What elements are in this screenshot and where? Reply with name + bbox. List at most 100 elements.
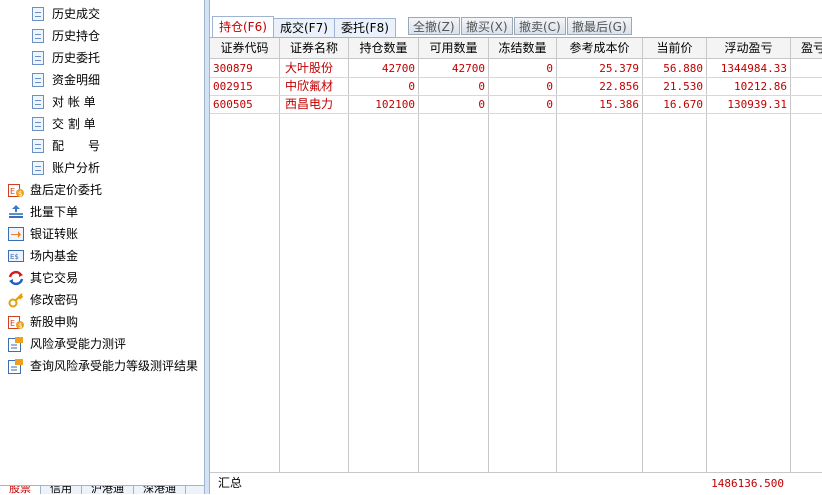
cell-floating-pnl: 1344984.33 bbox=[720, 62, 787, 75]
tab-stocks[interactable]: 股票 bbox=[0, 486, 41, 494]
tree-item-bank-transfer[interactable]: 银证转账 bbox=[8, 224, 78, 244]
trade-query-panel: 持仓(F6) 成交(F7) 委托(F8) 全撤(Z) 撤买(X) 撤卖(C) 撤… bbox=[210, 0, 822, 495]
tree-item-label: 银证转账 bbox=[30, 227, 79, 241]
tree-item-label: 批量下单 bbox=[30, 205, 79, 219]
cell-code: 600505 bbox=[213, 98, 253, 111]
cancel-last-button[interactable]: 撤最后(G) bbox=[567, 17, 632, 35]
tree-item-risk-assessment[interactable]: 风险承受能力测评 bbox=[8, 334, 126, 354]
tab-bar: 持仓(F6) 成交(F7) 委托(F8) 全撤(Z) 撤买(X) 撤卖(C) 撤… bbox=[210, 16, 822, 37]
cell-current-price: 56.880 bbox=[663, 62, 703, 75]
document-icon bbox=[32, 117, 44, 131]
column-header-floating-pnl[interactable]: 浮动盈亏 bbox=[707, 38, 790, 59]
tab-trades[interactable]: 成交(F7) bbox=[273, 18, 335, 37]
document-icon bbox=[32, 139, 44, 153]
cell-available-qty: 0 bbox=[478, 80, 485, 93]
tree-item-statement[interactable]: 对 帐 单 bbox=[32, 92, 96, 112]
tree-item-label: 风险承受能力测评 bbox=[30, 337, 127, 351]
flag-doc-icon bbox=[8, 358, 24, 374]
tree-item-label: 历史成交 bbox=[52, 7, 101, 21]
tree-item-history-trades[interactable]: 历史成交 bbox=[32, 4, 100, 24]
cell-cost-price: 25.379 bbox=[599, 62, 639, 75]
cell-code: 002915 bbox=[213, 80, 253, 93]
tree-item-label: 其它交易 bbox=[30, 271, 79, 285]
cell-available-qty: 42700 bbox=[451, 62, 485, 75]
tree-item-allotment-number[interactable]: 配 号 bbox=[32, 136, 100, 156]
fund-icon: E$ bbox=[8, 248, 24, 264]
cancel-all-button[interactable]: 全撤(Z) bbox=[408, 17, 460, 35]
column-header-code[interactable]: 证券代码 bbox=[210, 38, 279, 59]
cell-current-price: 16.670 bbox=[663, 98, 703, 111]
tree-item-change-password[interactable]: 修改密码 bbox=[8, 290, 78, 310]
tree-item-label: 历史持仓 bbox=[52, 29, 101, 43]
tree-item-label: 资金明细 bbox=[52, 73, 101, 87]
tab-credit[interactable]: 信用 bbox=[41, 486, 82, 494]
column-header-pnl[interactable]: 盈亏 bbox=[791, 38, 822, 59]
summary-label: 汇总 bbox=[218, 476, 243, 490]
money-transfer-icon: E $ bbox=[8, 314, 24, 330]
cancel-sell-button[interactable]: 撤卖(C) bbox=[514, 17, 566, 35]
arrow-transfer-icon bbox=[8, 226, 24, 242]
tree-item-account-analysis[interactable]: 账户分析 bbox=[32, 158, 100, 178]
tree-item-label: 新股申购 bbox=[30, 315, 79, 329]
document-icon bbox=[32, 51, 44, 65]
key-icon bbox=[8, 292, 24, 308]
tab-positions[interactable]: 持仓(F6) bbox=[212, 16, 274, 37]
column-header-name[interactable]: 证券名称 bbox=[280, 38, 348, 59]
summary-row: 汇总 1486136.500 bbox=[210, 472, 822, 495]
svg-text:E: E bbox=[10, 319, 15, 328]
cancel-buy-button[interactable]: 撤买(X) bbox=[461, 17, 513, 35]
document-icon bbox=[32, 95, 44, 109]
svg-text:$: $ bbox=[18, 190, 22, 198]
tree-item-settlement[interactable]: 交 割 单 bbox=[32, 114, 96, 134]
tree-item-label: 交 割 单 bbox=[52, 117, 96, 131]
cell-floating-pnl: 10212.86 bbox=[734, 80, 787, 93]
money-transfer-icon: E $ bbox=[8, 182, 24, 198]
document-icon bbox=[32, 73, 44, 87]
column-header-cost-price[interactable]: 参考成本价 bbox=[557, 38, 642, 59]
cell-frozen-qty: 0 bbox=[546, 62, 553, 75]
column-header-holding-qty[interactable]: 持仓数量 bbox=[349, 38, 418, 59]
cell-current-price: 21.530 bbox=[663, 80, 703, 93]
cell-name: 西昌电力 bbox=[285, 97, 334, 111]
tree-item-label: 修改密码 bbox=[30, 293, 79, 307]
tree-item-label: 对 帐 单 bbox=[52, 95, 96, 109]
market-tabs: 股票 信用 沪港通 深港通 bbox=[0, 485, 204, 494]
cell-holding-qty: 42700 bbox=[381, 62, 415, 75]
tab-shanghai-hk-connect[interactable]: 沪港通 bbox=[82, 486, 134, 494]
tree-item-ipo-subscription[interactable]: E $ 新股申购 bbox=[8, 312, 78, 332]
tree-item-label: 查询风险承受能力等级测评结果 bbox=[30, 359, 199, 373]
column-header-current-price[interactable]: 当前价 bbox=[643, 38, 706, 59]
tree-item-fund-details[interactable]: 资金明细 bbox=[32, 70, 100, 90]
tree-item-exchange-fund[interactable]: E$ 场内基金 bbox=[8, 246, 78, 266]
tree-item-label: 历史委托 bbox=[52, 51, 101, 65]
column-header-available-qty[interactable]: 可用数量 bbox=[419, 38, 488, 59]
cell-cost-price: 15.386 bbox=[599, 98, 639, 111]
document-icon bbox=[32, 29, 44, 43]
tree-item-label: 配 号 bbox=[52, 139, 101, 153]
tab-orders[interactable]: 委托(F8) bbox=[334, 18, 396, 37]
positions-table: 证券代码 证券名称 持仓数量 可用数量 冻结数量 参考成本价 当前价 浮动盈亏 … bbox=[210, 37, 822, 495]
svg-text:$: $ bbox=[18, 322, 22, 330]
svg-text:E: E bbox=[10, 187, 15, 196]
tree-item-after-hours-pricing[interactable]: E $ 盘后定价委托 bbox=[8, 180, 102, 200]
cell-name: 中欣氟材 bbox=[285, 79, 334, 93]
document-icon bbox=[32, 161, 44, 175]
tab-shenzhen-hk-connect[interactable]: 深港通 bbox=[134, 486, 186, 494]
summary-floating-pnl: 1486136.500 bbox=[711, 477, 784, 490]
document-icon bbox=[32, 7, 44, 21]
column-header-frozen-qty[interactable]: 冻结数量 bbox=[489, 38, 556, 59]
tree-item-history-orders[interactable]: 历史委托 bbox=[32, 48, 100, 68]
tree-item-history-positions[interactable]: 历史持仓 bbox=[32, 26, 100, 46]
cell-holding-qty: 102100 bbox=[375, 98, 415, 111]
function-tree-panel: 历史成交 历史持仓 历史委托 资金明细 对 帐 单 交 割 单 配 号 账户分析… bbox=[0, 0, 205, 494]
tree-item-batch-order[interactable]: 批量下单 bbox=[8, 202, 78, 222]
tree-item-label: 场内基金 bbox=[30, 249, 79, 263]
cell-frozen-qty: 0 bbox=[546, 80, 553, 93]
batch-stack-icon bbox=[8, 204, 24, 220]
recycle-arrows-icon bbox=[8, 270, 24, 286]
svg-text:E$: E$ bbox=[10, 253, 19, 261]
tree-item-risk-result-query[interactable]: 查询风险承受能力等级测评结果 bbox=[8, 356, 198, 376]
flag-doc-icon bbox=[8, 336, 24, 352]
tree-item-other-trades[interactable]: 其它交易 bbox=[8, 268, 78, 288]
cell-frozen-qty: 0 bbox=[546, 98, 553, 111]
